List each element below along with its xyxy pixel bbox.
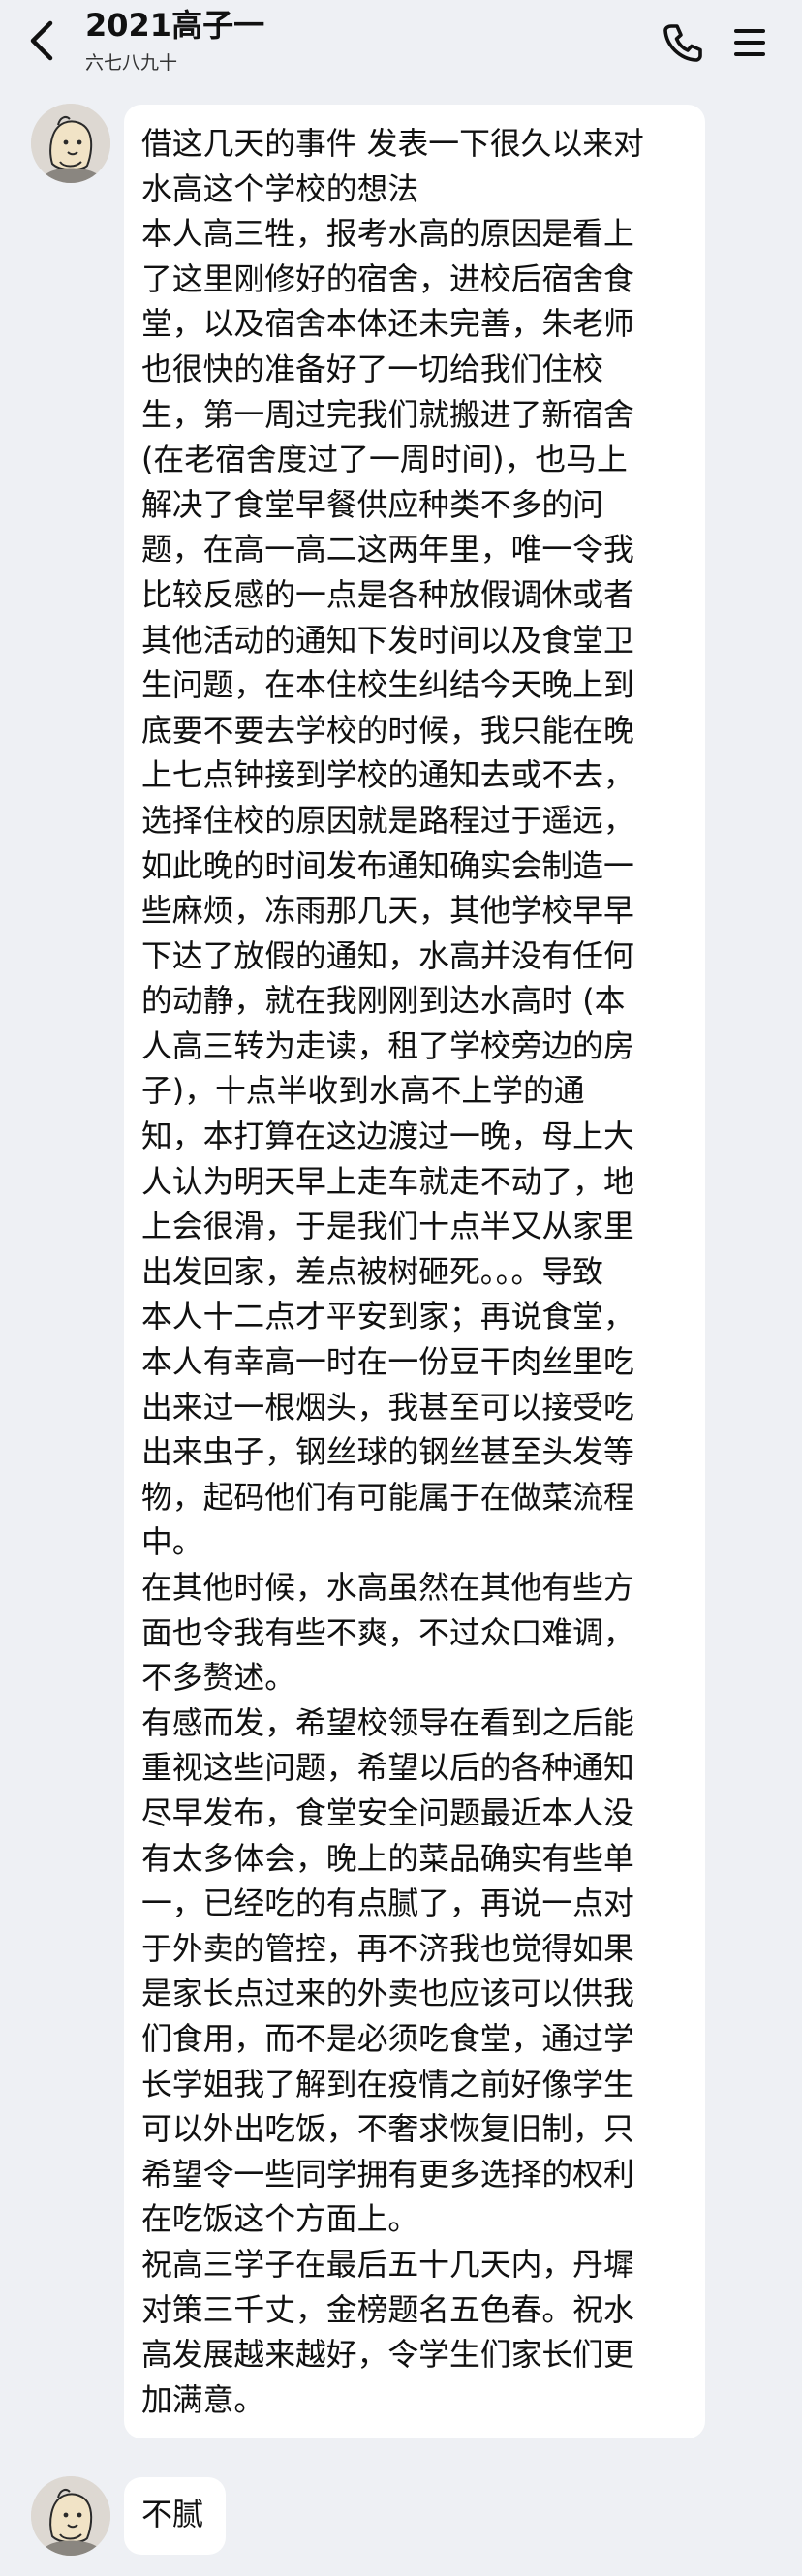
- message-line: (在老宿舍度过了一周时间)，也马上: [141, 442, 628, 478]
- message-line: 上会很滑，于是我们十点半又从家里: [141, 1209, 634, 1245]
- message-line: 水高这个学校的想法: [141, 170, 419, 207]
- message-line: 子)，十点半收到水高不上学的通: [141, 1073, 585, 1110]
- message-line: 选择住校的原因就是路程过于遥远，: [141, 802, 634, 839]
- message-line: 借这几天的事件 发表一下很久以来对: [141, 126, 644, 162]
- message-line: 人认为明天早上走车就走不动了，地: [141, 1163, 634, 1200]
- message-line: 面也令我有些不爽，不过众口难调，: [141, 1614, 634, 1651]
- hamburger-menu-icon[interactable]: [732, 23, 767, 62]
- message-line: 重视这些问题，希望以后的各种通知: [141, 1750, 634, 1787]
- message-line: 物，起码他们有可能属于在做菜流程: [141, 1479, 634, 1516]
- message-line: 祝高三学子在最后五十几天内，丹墀: [141, 2246, 634, 2283]
- message-line: 出发回家，差点被树砸死。。。导致: [141, 1253, 603, 1290]
- message-line: 其他活动的通知下发时间以及食堂卫: [141, 622, 634, 659]
- message-line: 比较反感的一点是各种放假调休或者: [141, 576, 634, 613]
- message-line: 尽早发布，食堂安全问题最近本人没: [141, 1794, 634, 1831]
- phone-icon[interactable]: [659, 19, 705, 66]
- message-line: 对策三千丈，金榜题名五色春。祝水: [141, 2291, 634, 2328]
- message-line: 不多赘述。: [141, 1660, 295, 1697]
- message-line: 生问题，在本住校生纠结今天晚上到: [141, 667, 634, 704]
- message-text: 不腻: [141, 2496, 204, 2532]
- message-line: 加满意。: [141, 2381, 265, 2418]
- message-bubble[interactable]: 不腻: [124, 2477, 226, 2555]
- message-line: 知，本打算在这边渡过一晚，母上大: [141, 1119, 634, 1155]
- message-line: 长学姐我了解到在疫情之前好像学生: [141, 2066, 634, 2102]
- message-line: 出来过一根烟头，我甚至可以接受吃: [141, 1389, 634, 1426]
- message-line: 有太多体会，晚上的菜品确实有些单: [141, 1840, 634, 1877]
- message-line: 希望令一些同学拥有更多选择的权利: [141, 2156, 634, 2193]
- message-line: 本人高三牲，报考水高的原因是看上: [141, 216, 634, 253]
- message-line: 可以外出吃饭，不奢求恢复旧制，只: [141, 2111, 634, 2148]
- avatar[interactable]: [31, 104, 110, 183]
- chat-header: 2021高子一 六七八九十: [0, 0, 802, 93]
- message-line: 的动静，就在我刚刚到达水高时 (本: [141, 983, 626, 1020]
- message-line: 出来虫子，钢丝球的钢丝甚至头发等: [141, 1434, 634, 1471]
- message-line: 高发展越来越好，令学生们家长们更: [141, 2337, 634, 2374]
- message-line: 堂，以及宿舍本体还未完善，朱老师: [141, 306, 634, 343]
- message-line: 生，第一周过完我们就搬进了新宿舍: [141, 396, 634, 433]
- message-line: 一，已经吃的有点腻了，再说一点对: [141, 1886, 634, 1922]
- message-line: 题，在高一高二这两年里，唯一令我: [141, 532, 634, 568]
- chat-title: 2021高子一: [85, 7, 265, 44]
- chat-subtitle: 六七八九十: [85, 52, 178, 74]
- message-line: 底要不要去学校的时候，我只能在晚: [141, 712, 634, 749]
- message-line: 上七点钟接到学校的通知去或不去，: [141, 757, 634, 794]
- message-line: 了这里刚修好的宿舍，进校后宿舍食: [141, 261, 634, 297]
- message-line: 有感而发，希望校领导在看到之后能: [141, 1704, 634, 1741]
- message-line: 是家长点过来的外卖也应该可以供我: [141, 1976, 634, 2012]
- message-line: 本人十二点才平安到家；再说食堂，: [141, 1299, 634, 1335]
- message-line: 中。: [141, 1524, 203, 1561]
- message-line: 也很快的准备好了一切给我们住校: [141, 351, 603, 387]
- message-line: 于外卖的管控，再不济我也觉得如果: [141, 1930, 634, 1967]
- message-bubble[interactable]: 借这几天的事件 发表一下很久以来对 水高这个学校的想法本人高三牲，报考水高的原因是…: [124, 105, 705, 2438]
- message-line: 些麻烦，冻雨那几天，其他学校早早: [141, 893, 634, 930]
- cartoon-character-avatar-icon: [31, 104, 110, 183]
- message-line: 人高三转为走读，租了学校旁边的房: [141, 1027, 634, 1064]
- message-line: 们食用，而不是必须吃食堂，通过学: [141, 2020, 634, 2057]
- message-line: 如此晚的时间发布通知确实会制造一: [141, 847, 634, 884]
- message-line: 本人有幸高一时在一份豆干肉丝里吃: [141, 1344, 634, 1381]
- message-line: 下达了放假的通知，水高并没有任何: [141, 937, 634, 974]
- message-line: 在吃饭这个方面上。: [141, 2201, 419, 2238]
- message-text: 借这几天的事件 发表一下很久以来对 水高这个学校的想法本人高三牲，报考水高的原因是…: [141, 122, 690, 2423]
- cartoon-character-avatar-icon: [31, 2476, 110, 2556]
- message-line: 解决了食堂早餐供应种类不多的问: [141, 486, 603, 523]
- avatar[interactable]: [31, 2476, 110, 2556]
- chevron-left-icon[interactable]: [21, 17, 64, 64]
- message-line: 在其他时候，水高虽然在其他有些方: [141, 1570, 634, 1606]
